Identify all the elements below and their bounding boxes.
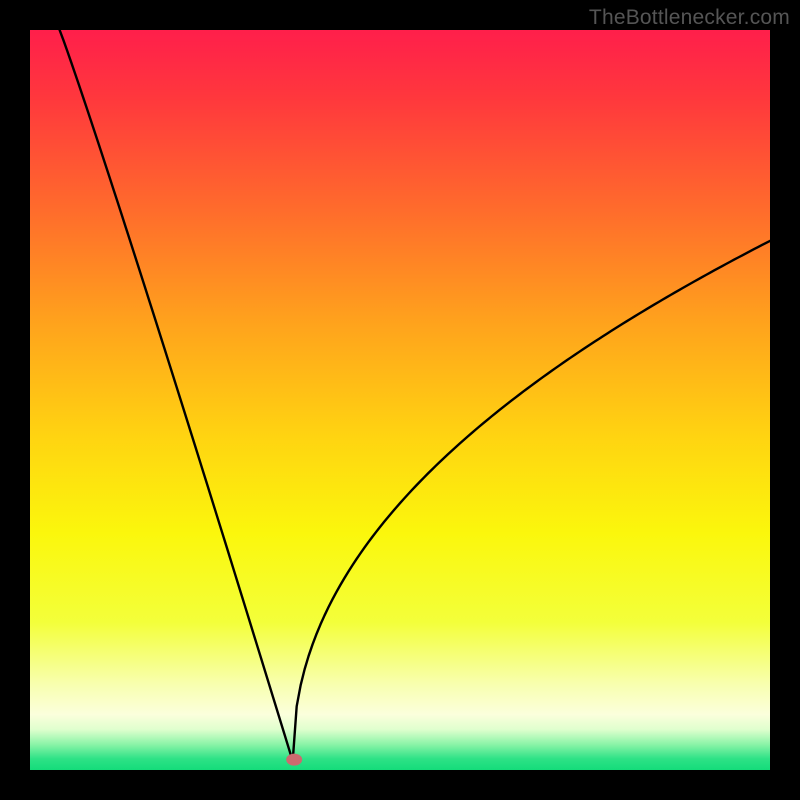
optimum-marker: [286, 754, 302, 766]
plot-area: [30, 30, 770, 770]
bottleneck-chart: [30, 30, 770, 770]
gradient-background: [30, 30, 770, 770]
chart-frame: TheBottlenecker.com: [0, 0, 800, 800]
watermark-text: TheBottlenecker.com: [589, 6, 790, 30]
